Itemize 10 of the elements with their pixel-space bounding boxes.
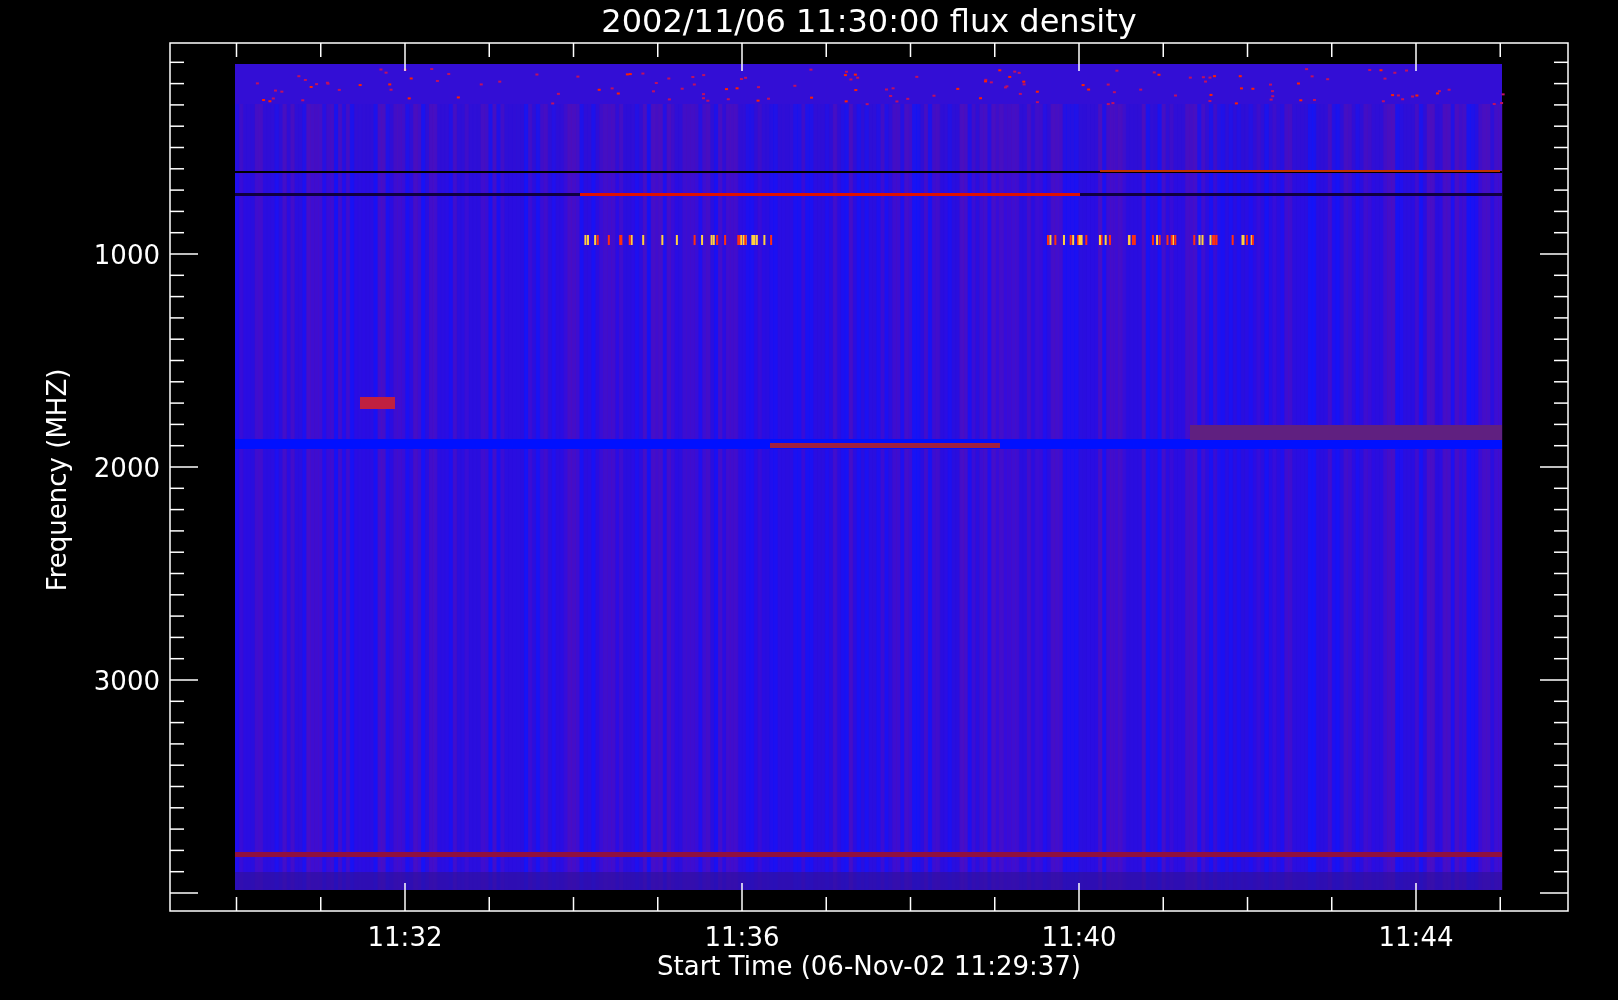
tick-label: 11:44 (1378, 922, 1454, 952)
tick-label: 11:36 (704, 922, 780, 952)
axis-label: Frequency (MHZ) (42, 368, 72, 592)
tick-label: 2000 (93, 453, 160, 483)
tick-label: 1000 (93, 240, 160, 270)
tick-label: 11:40 (1041, 922, 1117, 952)
plot-title: 2002/11/06 11:30:00 flux density (601, 2, 1137, 40)
tick-label: 11:32 (367, 922, 443, 952)
tick-label: 3000 (93, 666, 160, 696)
axis-label: Start Time (06-Nov-02 11:29:37) (657, 951, 1081, 981)
